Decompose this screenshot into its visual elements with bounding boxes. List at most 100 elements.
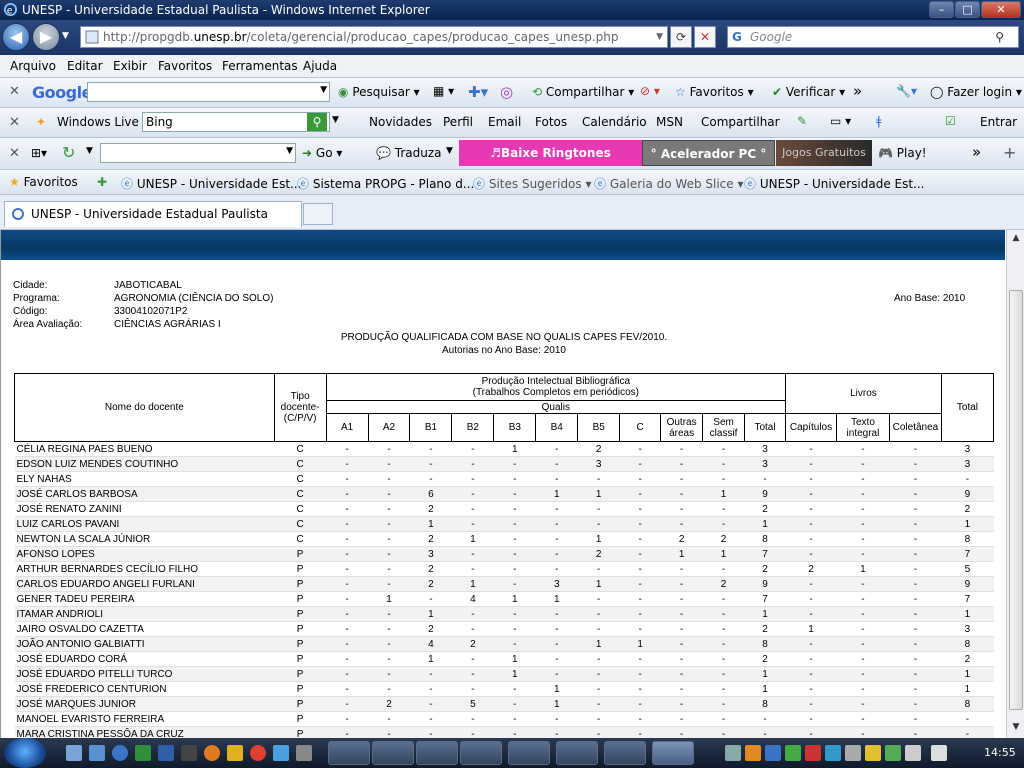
- tray-icon[interactable]: [805, 745, 821, 761]
- link-email[interactable]: Email: [488, 115, 521, 129]
- bing-search-input[interactable]: Bing ⚲: [142, 112, 330, 132]
- refresh-icon[interactable]: ⟳: [670, 26, 692, 48]
- add-favorite-icon[interactable]: ✚: [97, 175, 107, 189]
- compartilhar-button[interactable]: ⟲ Compartilhar ▾: [532, 85, 634, 99]
- close-toolbar-icon[interactable]: ✕: [9, 115, 20, 130]
- stop-icon[interactable]: ✕: [694, 26, 716, 48]
- window-icon[interactable]: ▭ ▾: [830, 114, 851, 128]
- messenger-icon[interactable]: [273, 745, 289, 761]
- fav-item-unesp[interactable]: ⓔ UNESP - Universidade Est...: [121, 175, 302, 192]
- taskbar-window-ie-active[interactable]: [652, 741, 694, 765]
- wrench-icon[interactable]: 🔧▾: [896, 84, 917, 98]
- word-icon[interactable]: [158, 745, 174, 761]
- jogos-button[interactable]: Jogos Gratuitos: [776, 140, 872, 166]
- more-chevron-icon[interactable]: »: [972, 143, 981, 161]
- close-toolbar-icon[interactable]: ✕: [9, 84, 20, 99]
- fav-item-galeria[interactable]: ⓔ Galeria do Web Slice ▾: [594, 175, 744, 192]
- show-desktop-icon[interactable]: [66, 745, 82, 761]
- tray-icon[interactable]: [765, 745, 781, 761]
- traduza-button[interactable]: 💬 Traduza: [376, 146, 442, 160]
- back-button[interactable]: ◀: [2, 23, 30, 51]
- google-search-input[interactable]: ▼: [87, 82, 330, 102]
- logo-dropdown-icon[interactable]: ▼: [86, 146, 93, 156]
- verificar-button[interactable]: ✔ Verificar ▾: [772, 85, 845, 99]
- ie-icon[interactable]: [112, 745, 128, 761]
- tray-icon[interactable]: [785, 745, 801, 761]
- tray-icon[interactable]: [825, 745, 841, 761]
- fav-item-unesp-2[interactable]: ⓔ UNESP - Universidade Est...: [744, 175, 925, 192]
- search-dropdown-icon[interactable]: ▼: [332, 115, 339, 125]
- start-button[interactable]: [4, 738, 46, 768]
- play-button[interactable]: 🎮 Play!: [878, 146, 927, 160]
- acelerador-button[interactable]: ° Acelerador PC °: [642, 140, 775, 166]
- menu-ajuda[interactable]: Ajuda: [303, 59, 337, 73]
- menu-grid-icon[interactable]: ⊞▾: [31, 146, 47, 160]
- scroll-up-icon[interactable]: ▲: [1009, 233, 1023, 247]
- link-fotos[interactable]: Fotos: [535, 115, 567, 129]
- maximize-button[interactable]: □: [955, 1, 980, 18]
- firefox-icon[interactable]: [204, 745, 220, 761]
- search-icon[interactable]: ⚲: [995, 27, 1004, 47]
- toolbar-logo-icon[interactable]: ↻: [62, 143, 75, 162]
- link-compartilhar[interactable]: Compartilhar: [701, 115, 780, 129]
- excel-icon[interactable]: [135, 745, 151, 761]
- traduza-dropdown-icon[interactable]: ▼: [446, 146, 453, 156]
- page-options-icon[interactable]: ▦ ▾: [433, 84, 454, 98]
- taskbar-window-skype[interactable]: [416, 741, 458, 765]
- link-novidades[interactable]: Novidades: [369, 115, 432, 129]
- plus-icon[interactable]: ✚▾: [468, 83, 488, 101]
- menu-editar[interactable]: Editar: [67, 59, 103, 73]
- tray-icon[interactable]: [725, 745, 741, 761]
- fav-item-sites[interactable]: ⓔ Sites Sugeridos ▾: [473, 175, 592, 192]
- url-dropdown-icon[interactable]: ▼: [656, 27, 663, 47]
- misc-icon[interactable]: [296, 745, 312, 761]
- url-field[interactable]: http://propgdb.unesp.br/coleta/gerencial…: [80, 26, 668, 48]
- tray-icon[interactable]: [865, 745, 881, 761]
- scroll-down-icon[interactable]: ▼: [1009, 722, 1023, 736]
- menu-exibir[interactable]: Exibir: [113, 59, 147, 73]
- media-icon[interactable]: [181, 745, 197, 761]
- more-chevron-icon[interactable]: »: [853, 82, 862, 100]
- favoritos-button[interactable]: ☆ Favoritos ▾: [675, 85, 754, 99]
- taskbar-window-chat[interactable]: [460, 741, 502, 765]
- fav-item-propg[interactable]: ⓔ Sistema PROPG - Plano d...: [297, 175, 474, 192]
- tab-unesp[interactable]: UNESP - Universidade Estadual Paulista: [4, 201, 302, 227]
- pesquisar-button[interactable]: ◉ Pesquisar ▾: [338, 85, 420, 99]
- taskbar-window-word[interactable]: [604, 741, 646, 765]
- login-button[interactable]: ◯ Fazer login ▾: [930, 85, 1022, 99]
- explorer-icon[interactable]: [89, 745, 105, 761]
- menu-favoritos[interactable]: Favoritos: [158, 59, 212, 73]
- taskbar-window-ie[interactable]: [372, 741, 414, 765]
- go-button[interactable]: ➜ Go ▾: [302, 146, 342, 160]
- forward-button[interactable]: ▶: [32, 23, 60, 51]
- network-icon[interactable]: [905, 745, 921, 761]
- translate-icon[interactable]: ǂ: [876, 114, 882, 128]
- toolbar-search-input[interactable]: ▼: [100, 143, 296, 163]
- edit-icon[interactable]: ✎: [797, 114, 807, 128]
- minimize-button[interactable]: –: [929, 1, 954, 18]
- ringtones-button[interactable]: ♬Baixe Ringtones Celular♬: [459, 140, 642, 186]
- link-perfil[interactable]: Perfil: [443, 115, 473, 129]
- tray-icon[interactable]: [745, 745, 761, 761]
- close-toolbar-icon[interactable]: ✕: [9, 146, 20, 161]
- menu-arquivo[interactable]: Arquivo: [10, 59, 56, 73]
- tray-icon[interactable]: [885, 745, 901, 761]
- taskbar-window-folder[interactable]: [328, 741, 370, 765]
- link-msn[interactable]: MSN: [656, 115, 683, 129]
- menu-ferramentas[interactable]: Ferramentas: [222, 59, 298, 73]
- link-calendario[interactable]: Calendário: [582, 115, 647, 129]
- search-box[interactable]: G Google ⚲: [727, 26, 1019, 48]
- vertical-scrollbar[interactable]: ▲ ▼: [1006, 230, 1024, 738]
- add-icon[interactable]: +: [1003, 143, 1016, 162]
- clock[interactable]: 14:55: [984, 746, 1016, 759]
- new-tab-button[interactable]: [303, 203, 333, 225]
- volume-icon[interactable]: [931, 745, 947, 761]
- chrome-icon[interactable]: [250, 745, 266, 761]
- scroll-thumb[interactable]: [1009, 290, 1023, 710]
- blocker-icon[interactable]: ⊘ ▾: [640, 84, 660, 98]
- taskbar-window-powerpoint[interactable]: [556, 741, 598, 765]
- close-button[interactable]: ✕: [981, 1, 1021, 18]
- entrar-link[interactable]: Entrar: [980, 115, 1017, 129]
- circle-icon[interactable]: ◎: [500, 83, 513, 101]
- favorites-button[interactable]: ★ Favoritos: [9, 175, 78, 189]
